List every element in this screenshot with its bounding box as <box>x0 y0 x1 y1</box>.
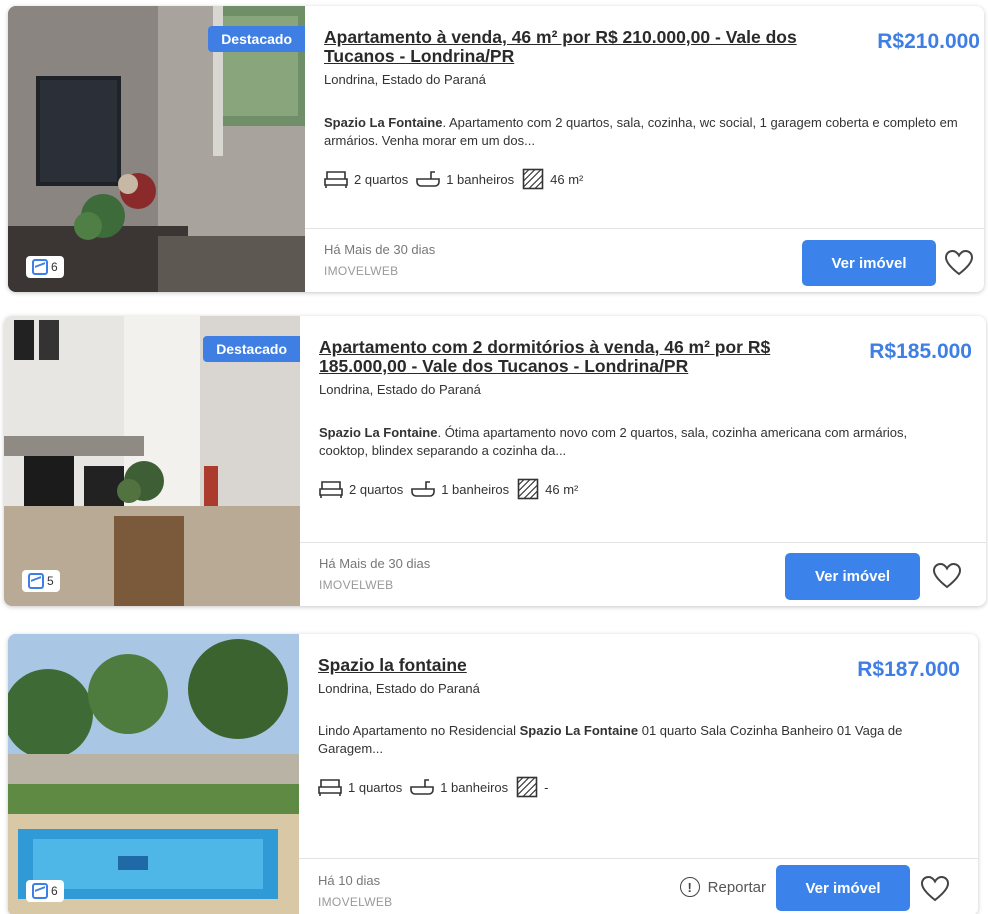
bedrooms-value: 2 quartos <box>349 481 404 497</box>
feature-bathrooms: 1 banheiros <box>416 169 514 189</box>
photo-count-value: 6 <box>51 884 58 898</box>
description-highlight: Spazio La Fontaine <box>319 425 438 440</box>
feature-area: - <box>516 776 549 798</box>
image-icon <box>28 573 44 589</box>
listing-source: IMOVELWEB <box>324 264 399 278</box>
listing-description: Spazio La Fontaine. Apartamento com 2 qu… <box>324 114 964 150</box>
listing-title[interactable]: Apartamento à venda, 46 m² por R$ 210.00… <box>324 28 844 66</box>
listing-location: Londrina, Estado do Paraná <box>324 72 486 87</box>
photo-count[interactable]: 6 <box>26 880 64 902</box>
listing-card[interactable]: 6 Spazio la fontaine R$187.000 Londrina,… <box>8 634 978 914</box>
photo-count[interactable]: 6 <box>26 256 64 278</box>
feature-bedrooms: 1 quartos <box>318 777 402 797</box>
bathtub-icon <box>410 779 435 795</box>
feature-area: 46 m² <box>522 168 583 190</box>
listing-card[interactable]: Destacado 6 Apartamento à venda, 46 m² p… <box>8 6 984 292</box>
listing-price: R$185.000 <box>869 340 972 363</box>
area-value: 46 m² <box>550 171 584 187</box>
area-icon <box>516 776 538 798</box>
feature-bedrooms: 2 quartos <box>324 169 408 189</box>
area-value: - <box>544 779 549 795</box>
bathtub-icon <box>416 171 441 187</box>
bathrooms-value: 1 banheiros <box>440 779 509 795</box>
area-icon <box>517 478 539 500</box>
featured-badge: Destacado <box>203 336 300 362</box>
listing-location: Londrina, Estado do Paraná <box>319 382 481 397</box>
bathrooms-value: 1 banheiros <box>446 171 515 187</box>
view-property-button[interactable]: Ver imóvel <box>785 553 920 600</box>
view-property-button[interactable]: Ver imóvel <box>776 865 910 911</box>
alert-icon: ! <box>679 877 700 897</box>
bedrooms-value: 1 quartos <box>348 779 403 795</box>
listing-location: Londrina, Estado do Paraná <box>318 681 480 696</box>
listing-title[interactable]: Apartamento com 2 dormitórios à venda, 4… <box>319 338 839 376</box>
heart-icon[interactable] <box>944 249 974 277</box>
listing-photo[interactable]: Destacado 5 <box>4 316 300 606</box>
listing-source: IMOVELWEB <box>319 578 394 592</box>
listing-age: Há Mais de 30 dias <box>324 242 436 257</box>
listing-price: R$210.000 <box>877 30 980 53</box>
description-highlight: Spazio La Fontaine <box>519 723 639 738</box>
listing-features: 2 quartos 1 banheiros 46 m² <box>324 168 583 190</box>
listing-features: 1 quartos 1 banheiros - <box>318 776 549 798</box>
bathtub-icon <box>411 481 436 497</box>
listing-age: Há 10 dias <box>318 873 381 888</box>
listing-footer: Há 10 dias IMOVELWEB ! Reportar Ver imóv… <box>299 858 978 914</box>
listing-title[interactable]: Spazio la fontaine <box>318 656 838 675</box>
listing-body: Spazio la fontaine R$187.000 Londrina, E… <box>299 634 978 914</box>
feature-bathrooms: 1 banheiros <box>410 777 508 797</box>
listing-photo[interactable]: 6 <box>8 634 299 914</box>
featured-badge: Destacado <box>208 26 305 52</box>
listing-source: IMOVELWEB <box>318 895 393 909</box>
feature-bathrooms: 1 banheiros <box>411 479 509 499</box>
feature-bedrooms: 2 quartos <box>319 479 403 499</box>
area-icon <box>522 168 544 190</box>
listing-card[interactable]: Destacado 5 Apartamento com 2 dormitório… <box>4 316 986 606</box>
listing-footer: Há Mais de 30 dias IMOVELWEB Ver imóvel <box>305 228 984 292</box>
heart-icon[interactable] <box>920 875 950 903</box>
report-label: Reportar <box>707 878 766 896</box>
photo-count-value: 6 <box>51 260 58 274</box>
bedrooms-value: 2 quartos <box>354 171 409 187</box>
listing-age: Há Mais de 30 dias <box>319 556 431 571</box>
image-icon <box>32 259 48 275</box>
listing-body: Apartamento com 2 dormitórios à venda, 4… <box>300 316 986 606</box>
view-property-button[interactable]: Ver imóvel <box>802 240 936 286</box>
listing-footer: Há Mais de 30 dias IMOVELWEB Ver imóvel <box>300 542 986 606</box>
listing-description: Lindo Apartamento no Residencial Spazio … <box>318 722 958 758</box>
report-button[interactable]: ! Reportar <box>679 877 766 897</box>
area-value: 46 m² <box>545 481 579 497</box>
feature-area: 46 m² <box>517 478 578 500</box>
bed-icon <box>319 481 343 498</box>
listing-price: R$187.000 <box>857 658 960 681</box>
listing-description: Spazio La Fontaine. Ótima apartamento no… <box>319 424 959 460</box>
image-icon <box>32 883 48 899</box>
bathrooms-value: 1 banheiros <box>441 481 510 497</box>
listing-features: 2 quartos 1 banheiros 46 m² <box>319 478 578 500</box>
bed-icon <box>318 779 342 796</box>
photo-count-value: 5 <box>47 574 54 588</box>
listing-photo[interactable]: Destacado 6 <box>8 6 305 292</box>
photo-count[interactable]: 5 <box>22 570 60 592</box>
heart-icon[interactable] <box>932 562 962 590</box>
listing-body: Apartamento à venda, 46 m² por R$ 210.00… <box>305 6 984 292</box>
bed-icon <box>324 171 348 188</box>
description-highlight: Spazio La Fontaine <box>324 115 443 130</box>
description-intro: Lindo Apartamento no Residencial <box>318 723 520 738</box>
